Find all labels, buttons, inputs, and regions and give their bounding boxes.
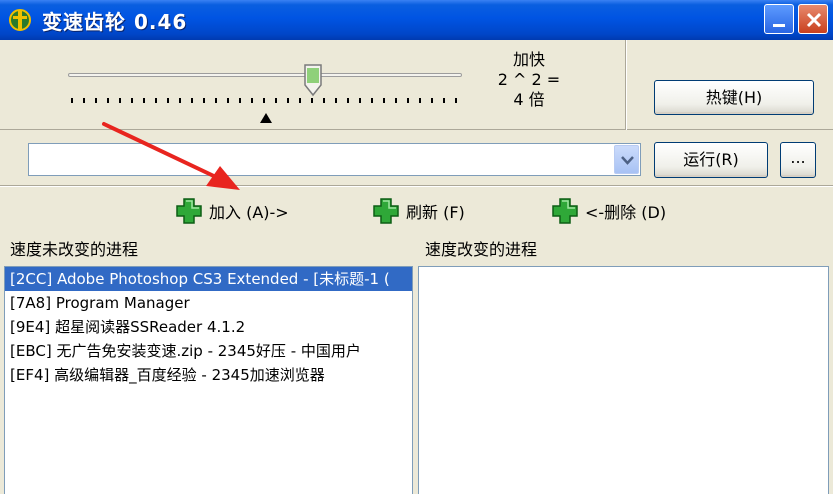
add-process-button[interactable]: 加入 (A)-> <box>175 196 289 226</box>
close-button[interactable] <box>798 4 828 34</box>
process-name: Adobe Photoshop CS3 Extended - [未标题-1 ( <box>56 270 390 288</box>
process-id: [9E4] <box>10 318 51 336</box>
process-name: 高级编辑器_百度经验 - 2345加速浏览器 <box>54 366 325 384</box>
panel-divider <box>625 40 627 130</box>
unchanged-process-list[interactable]: [2CC] Adobe Photoshop CS3 Extended - [未标… <box>4 266 413 494</box>
changed-process-list[interactable] <box>418 266 829 494</box>
green-plus-icon <box>373 198 399 224</box>
process-id: [7A8] <box>10 294 52 312</box>
green-plus-icon <box>176 198 202 224</box>
process-row[interactable]: [9E4] 超星阅读器SSReader 4.1.2 <box>5 315 412 339</box>
speed-readout: 加快 2 ^ 2 = 4 倍 <box>497 50 561 110</box>
gear-app-icon <box>9 9 31 31</box>
process-id: [EF4] <box>10 366 50 384</box>
window-title: 变速齿轮 0.46 <box>42 10 188 34</box>
combobox-dropdown-button[interactable] <box>614 145 639 174</box>
title-bar[interactable]: 变速齿轮 0.46 <box>0 0 833 40</box>
speed-label-formula: 2 ^ 2 = <box>497 70 561 89</box>
changed-list-header: 速度改变的进程 <box>425 240 538 259</box>
slider-ticks <box>71 98 457 103</box>
section-divider <box>0 185 833 187</box>
browse-button[interactable]: ... <box>780 142 816 178</box>
process-name: 无广告免安装变速.zip - 2345好压 - 中国用户 <box>56 342 361 360</box>
chevron-down-icon <box>621 156 634 165</box>
speed-label-result: 4 倍 <box>513 90 545 109</box>
program-combobox[interactable] <box>28 143 641 176</box>
remove-process-button[interactable]: <-删除 (D) <box>551 196 666 226</box>
process-row[interactable]: [2CC] Adobe Photoshop CS3 Extended - [未标… <box>5 267 412 291</box>
process-row[interactable]: [EBC] 无广告免安装变速.zip - 2345好压 - 中国用户 <box>5 339 412 363</box>
green-plus-icon <box>552 198 578 224</box>
refresh-label: 刷新 (F) <box>406 203 465 222</box>
close-icon <box>806 12 822 28</box>
run-button[interactable]: 运行(R) <box>654 142 768 178</box>
default-speed-marker-icon <box>260 113 272 123</box>
unchanged-list-header: 速度未改变的进程 <box>10 240 139 259</box>
minimize-button[interactable] <box>764 4 794 34</box>
process-id: [EBC] <box>10 342 52 360</box>
process-row[interactable]: [EF4] 高级编辑器_百度经验 - 2345加速浏览器 <box>5 363 412 387</box>
process-name: Program Manager <box>55 294 190 312</box>
speed-slider-thumb[interactable] <box>303 63 323 97</box>
minimize-icon <box>773 24 785 27</box>
process-row[interactable]: [7A8] Program Manager <box>5 291 412 315</box>
remove-process-label: <-删除 (D) <box>585 203 667 222</box>
speed-label-mode: 加快 <box>512 50 545 69</box>
process-id: [2CC] <box>10 270 53 288</box>
refresh-button[interactable]: 刷新 (F) <box>372 196 465 226</box>
speed-slider-track[interactable] <box>68 73 462 77</box>
hotkey-button[interactable]: 热键(H) <box>654 80 814 115</box>
process-name: 超星阅读器SSReader 4.1.2 <box>55 318 246 336</box>
add-process-label: 加入 (A)-> <box>209 203 289 222</box>
